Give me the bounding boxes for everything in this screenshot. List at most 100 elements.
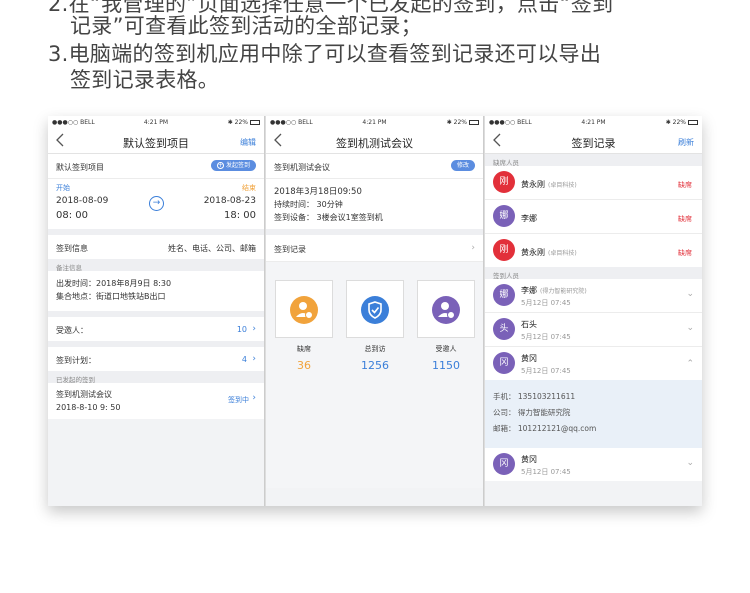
- nav-bar: 签到记录 刷新: [485, 128, 702, 154]
- stat-card-visits[interactable]: [346, 280, 404, 338]
- stat-value-visits: 1256: [361, 359, 389, 372]
- stat-card-invitees[interactable]: [417, 280, 475, 338]
- person-name-text: 李娜: [521, 214, 537, 223]
- person-company: (卓目科技): [548, 250, 577, 257]
- absent-badge: 缺席: [678, 215, 692, 223]
- page-title: 签到机测试会议: [336, 137, 413, 150]
- meeting-details: 2018年3月18日09:50 持续时间： 30分钟 签到设备： 3楼会议1室签…: [266, 179, 483, 229]
- signin-time: 5月12日 07:45: [521, 299, 571, 307]
- records-label: 签到记录: [274, 245, 306, 254]
- launched-label: 已发起的签到: [48, 371, 264, 384]
- refresh-button[interactable]: 刷新: [678, 137, 694, 148]
- invitees-row[interactable]: 受邀人： 10 ›: [48, 317, 264, 341]
- meeting-name: 签到机测试会议: [274, 163, 330, 172]
- modify-button[interactable]: 修改: [450, 160, 475, 171]
- plan-row[interactable]: 签到计划： 4 ›: [48, 347, 264, 371]
- chevron-down-icon[interactable]: ⌄: [686, 289, 694, 299]
- person-name: 黄冈: [521, 354, 537, 363]
- phone-meeting: ●●●○○ BELL 4:21 PM ✱ 22% 签到机测试会议 签到机测试会议…: [266, 116, 484, 506]
- chevron-right-icon: ›: [252, 393, 256, 403]
- signin-info-value: 姓名、电话、公司、邮箱: [168, 244, 256, 253]
- avatar: 娜: [493, 205, 515, 227]
- person-name: 黄永刚 (卓目科技): [521, 247, 577, 258]
- invitees-label: 受邀人：: [56, 326, 88, 335]
- page-title: 签到记录: [571, 137, 616, 150]
- time-range: 开始 结束 2018-08-09 08: 00 → 2018-08-23 18:…: [48, 179, 264, 229]
- detail-email: 邮箱： 101212121@qq.com: [493, 424, 597, 433]
- meet-place: 集合地点：街道口地铁站B出口: [56, 292, 166, 301]
- meeting-duration: 持续时间： 30分钟: [274, 200, 343, 209]
- launched-time: 2018-8-10 9: 50: [56, 403, 121, 412]
- chevron-right-icon: ›: [252, 354, 256, 364]
- nav-bar: 签到机测试会议: [266, 128, 483, 154]
- stat-label-absent: 缺席: [297, 345, 311, 353]
- person-name-text: 李娜: [521, 286, 537, 295]
- start-date: 2018-08-09: [56, 196, 109, 206]
- project-name: 默认签到项目: [56, 163, 104, 172]
- person-name-text: 黄永刚: [521, 180, 545, 189]
- phone-records: ●●●○○ BELL 4:21 PM ✱ 22% 签到记录 刷新 缺席人员 刚 …: [485, 116, 702, 506]
- end-time: 18: 00: [224, 210, 256, 221]
- bluetooth-icon: ✱: [665, 119, 671, 126]
- end-date: 2018-08-23: [203, 196, 256, 206]
- phone-screens: ●●●○○ BELL 4:21 PM ✱ 22% 默认签到项目 编辑 默认签到项…: [48, 116, 702, 506]
- avatar: 冈: [493, 453, 515, 475]
- signed-item[interactable]: 头 石头 5月12日 07:45 ⌄: [485, 313, 702, 346]
- plan-count: 4: [241, 355, 247, 364]
- arrow-right-icon: →: [149, 196, 164, 211]
- meeting-date: 2018年3月18日09:50: [274, 187, 362, 197]
- page-title: 默认签到项目: [123, 137, 189, 150]
- detail-company: 公司： 得力智能研究院: [493, 408, 571, 417]
- bluetooth-icon: ✱: [227, 119, 233, 126]
- launched-name: 签到机测试会议: [56, 390, 112, 399]
- battery-icon: [469, 120, 479, 125]
- user-clock-icon: [290, 296, 318, 324]
- chevron-down-icon[interactable]: ⌄: [686, 458, 694, 468]
- absent-item[interactable]: 刚 黄永刚 (卓目科技) 缺席: [485, 234, 702, 267]
- avatar: 头: [493, 318, 515, 340]
- stat-card-absent[interactable]: [275, 280, 333, 338]
- bluetooth-icon: ✱: [446, 119, 452, 126]
- intro-line-4: 签到记录表格。: [70, 68, 220, 92]
- start-signin-button[interactable]: + 发起签到: [210, 160, 256, 171]
- person-name-text: 黄永刚: [521, 248, 545, 257]
- user-add-icon: [432, 296, 460, 324]
- person-name: 石头: [521, 320, 537, 329]
- start-label: 开始: [56, 184, 70, 192]
- person-detail: 手机： 135103211611 公司： 得力智能研究院 邮箱： 1012121…: [485, 380, 702, 448]
- person-name: 李娜 (得力智能研究院): [521, 285, 587, 296]
- absent-item[interactable]: 刚 黄永刚 (卓目科技) 缺席: [485, 166, 702, 199]
- edit-button[interactable]: 编辑: [240, 137, 256, 148]
- depart-time: 出发时间：2018年8月9日 8:30: [56, 279, 172, 288]
- battery-icon: [688, 120, 698, 125]
- battery-icon: [250, 120, 260, 125]
- records-row[interactable]: 签到记录 ›: [266, 235, 483, 261]
- signed-item-expanded[interactable]: 冈 黄冈 5月12日 07:45 ⌃: [485, 347, 702, 380]
- absent-item[interactable]: 娜 李娜 缺席: [485, 200, 702, 233]
- chevron-down-icon[interactable]: ⌄: [686, 323, 694, 333]
- avatar: 冈: [493, 352, 515, 374]
- chevron-up-icon[interactable]: ⌃: [686, 359, 694, 369]
- project-header: 默认签到项目 + 发起签到: [48, 154, 264, 178]
- signed-item[interactable]: 冈 黄冈 5月12日 07:45 ⌄: [485, 448, 702, 481]
- plan-label: 签到计划：: [56, 356, 96, 365]
- stat-value-absent: 36: [297, 359, 311, 372]
- launched-status: 签到中: [228, 396, 249, 404]
- start-signin-label: 发起签到: [225, 162, 250, 169]
- person-company: (得力智能研究院): [540, 288, 587, 295]
- person-name: 黄永刚 (卓目科技): [521, 179, 577, 190]
- signin-info-row[interactable]: 签到信息 姓名、电话、公司、邮箱: [48, 235, 264, 259]
- person-name: 李娜: [521, 213, 537, 224]
- signed-group-label: 签到人员: [485, 267, 702, 280]
- detail-phone: 手机： 135103211611: [493, 392, 576, 401]
- invitees-count: 10: [236, 325, 247, 334]
- signed-item[interactable]: 娜 李娜 (得力智能研究院) 5月12日 07:45 ⌄: [485, 279, 702, 312]
- battery: ✱ 22%: [447, 119, 479, 126]
- stat-label-visits: 总到访: [364, 345, 386, 353]
- signin-info-label: 签到信息: [56, 244, 88, 253]
- launched-item[interactable]: 签到机测试会议 2018-8-10 9: 50 签到中 ›: [48, 383, 264, 419]
- signin-time: 5月12日 07:45: [521, 367, 571, 375]
- signin-time: 5月12日 07:45: [521, 468, 571, 476]
- intro-text: 2.在“我管理的”页面选择任意一个已发起的签到，点击“签到 记录”可查看此签到活…: [0, 0, 750, 100]
- plus-icon: +: [216, 162, 224, 169]
